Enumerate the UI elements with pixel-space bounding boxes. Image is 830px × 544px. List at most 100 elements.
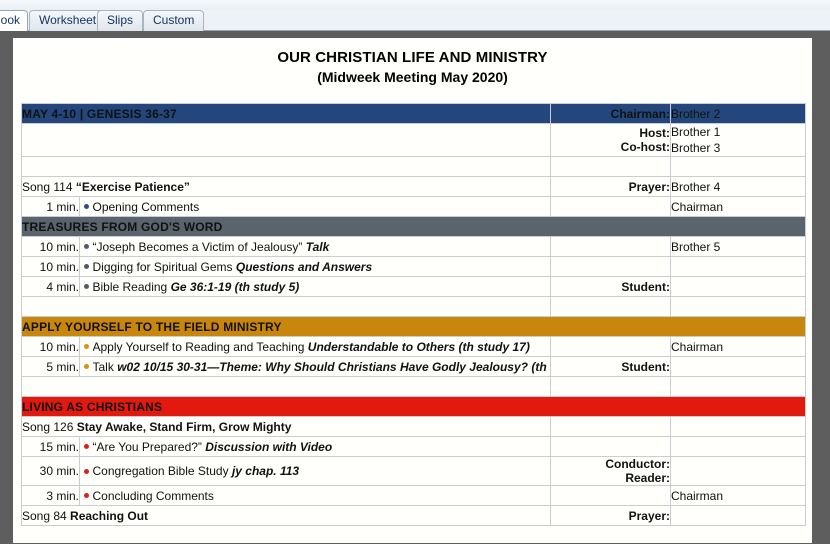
bullet-icon bbox=[83, 344, 89, 350]
meeting-schedule-table: MAY 4-10 | GENESIS 36-37 Chairman: Broth… bbox=[21, 103, 806, 526]
spacer-name bbox=[670, 376, 806, 397]
row-text: Apply Yourself to Reading and Teaching bbox=[92, 339, 308, 354]
row-text: Digging for Spiritual Gems bbox=[92, 259, 236, 274]
tab-slips[interactable]: Slips bbox=[97, 10, 144, 31]
chairman-name[interactable]: Brother 2 bbox=[670, 103, 806, 124]
row-emphasis: Ge 36:1-19 (th study 5) bbox=[170, 279, 300, 294]
row-role: Student: bbox=[550, 356, 671, 377]
ministry-heading: APPLY YOURSELF TO THE FIELD MINISTRY bbox=[21, 316, 806, 337]
bullet-icon bbox=[83, 284, 89, 290]
row-text: “Joseph Becomes a Victim of Jealousy” bbox=[92, 239, 306, 254]
opening-song-number: Song 114 bbox=[22, 179, 76, 194]
conductor-label: Conductor: bbox=[605, 457, 670, 471]
living-song-role bbox=[550, 416, 671, 437]
row-emphasis: jy chap. 113 bbox=[231, 464, 300, 478]
bullet-icon bbox=[83, 364, 89, 370]
living-heading: LIVING AS CHRISTIANS bbox=[21, 396, 806, 417]
table-row: 10 min. Digging for Spiritual Gems Quest… bbox=[21, 256, 806, 277]
tab-worksheet[interactable]: Worksheet bbox=[29, 10, 107, 31]
bullet-cell bbox=[79, 436, 93, 457]
page-title: OUR CHRISTIAN LIFE AND MINISTRY bbox=[277, 49, 548, 66]
closing-song-title: Reaching Out bbox=[70, 508, 149, 523]
row-text: Talk bbox=[92, 359, 118, 374]
row-description: “Are You Prepared?” Discussion with Vide… bbox=[92, 436, 551, 457]
tab-custom[interactable]: Custom bbox=[143, 10, 205, 31]
chairman-label: Chairman: bbox=[550, 103, 671, 124]
row-role bbox=[550, 256, 671, 277]
bullet-icon bbox=[83, 244, 89, 250]
living-song-number: Song 126 bbox=[22, 419, 77, 434]
opening-song-title: “Exercise Patience” bbox=[75, 179, 190, 194]
row-name[interactable] bbox=[670, 456, 806, 486]
row-description: “Joseph Becomes a Victim of Jealousy” Ta… bbox=[92, 236, 551, 257]
section-header-treasures: TREASURES FROM GOD'S WORD bbox=[21, 216, 806, 237]
row-name[interactable] bbox=[670, 276, 806, 297]
tab-workbook[interactable]: ook bbox=[0, 10, 28, 31]
opening-prayer-name[interactable]: Brother 4 bbox=[670, 176, 806, 197]
host-cohost-names[interactable]: Brother 1 Brother 3 bbox=[670, 123, 806, 157]
row-name[interactable] bbox=[670, 256, 806, 277]
host-name[interactable]: Brother 1 bbox=[671, 124, 805, 140]
table-row: 15 min. “Are You Prepared?” Discussion w… bbox=[21, 436, 806, 457]
bullet-cell bbox=[79, 196, 93, 217]
host-cohost-labels: Host: Co-host: bbox=[550, 123, 671, 157]
tab-strip-gradient bbox=[0, 0, 830, 10]
row-name[interactable]: Chairman bbox=[670, 485, 806, 506]
row-emphasis: w02 10/15 30-31—Theme: Why Should Christ… bbox=[117, 359, 551, 374]
row-text: “Are You Prepared?” bbox=[92, 439, 206, 454]
row-time: 15 min. bbox=[21, 436, 80, 457]
host-spacer bbox=[21, 123, 551, 157]
opening-prayer-label: Prayer: bbox=[550, 176, 671, 197]
row-time: 5 min. bbox=[21, 356, 80, 377]
spacer-role bbox=[550, 296, 671, 317]
closing-prayer-name[interactable] bbox=[670, 505, 806, 526]
row-name[interactable]: Chairman bbox=[670, 336, 806, 357]
row-text: Bible Reading bbox=[92, 279, 171, 294]
table-row: 10 min. “Joseph Becomes a Victim of Jeal… bbox=[21, 236, 806, 257]
bullet-cell bbox=[79, 356, 93, 377]
row-time: 3 min. bbox=[21, 485, 80, 506]
spacer-name bbox=[670, 156, 806, 177]
cohost-name[interactable]: Brother 3 bbox=[671, 140, 805, 156]
bullet-icon bbox=[83, 468, 89, 474]
bullet-cell bbox=[79, 485, 93, 506]
opening-comments-name[interactable]: Chairman bbox=[670, 196, 806, 217]
row-description: Digging for Spiritual Gems Questions and… bbox=[92, 256, 551, 277]
row-emphasis: Talk bbox=[305, 239, 330, 254]
bullet-icon bbox=[83, 204, 89, 210]
spacer-left bbox=[21, 296, 551, 317]
reader-label: Reader: bbox=[625, 471, 670, 485]
bullet-cell bbox=[79, 276, 93, 297]
host-label: Host: bbox=[639, 126, 670, 140]
row-role bbox=[550, 236, 671, 257]
table-row: 30 min. Congregation Bible Study jy chap… bbox=[21, 456, 806, 486]
row-description: Congregation Bible Study jy chap. 113 bbox=[92, 456, 551, 486]
row-time: 30 min. bbox=[21, 456, 80, 486]
row-role bbox=[550, 336, 671, 357]
spacer-row bbox=[21, 296, 806, 317]
bullet-cell bbox=[79, 256, 93, 277]
document-frame: OUR CHRISTIAN LIFE AND MINISTRY (Midweek… bbox=[0, 31, 830, 544]
closing-song-row: Song 84 Reaching Out Prayer: bbox=[21, 505, 806, 526]
row-description: Concluding Comments bbox=[92, 485, 551, 506]
opening-comments-text: Opening Comments bbox=[92, 196, 551, 217]
document-page: OUR CHRISTIAN LIFE AND MINISTRY (Midweek… bbox=[13, 38, 812, 543]
row-text: Concluding Comments bbox=[92, 488, 214, 503]
row-name[interactable]: Brother 5 bbox=[670, 236, 806, 257]
opening-comments-time: 1 min. bbox=[21, 196, 80, 217]
row-emphasis: Questions and Answers bbox=[235, 259, 373, 274]
row-emphasis: Discussion with Video bbox=[205, 439, 333, 454]
opening-comments-row: 1 min. Opening Comments Chairman bbox=[21, 196, 806, 217]
living-song-name[interactable] bbox=[670, 416, 806, 437]
tab-strip: ook Worksheet Slips Custom bbox=[0, 0, 830, 31]
bullet-icon bbox=[83, 444, 89, 450]
living-song-row: Song 126 Stay Awake, Stand Firm, Grow Mi… bbox=[21, 416, 806, 437]
spacer-role bbox=[550, 376, 671, 397]
row-role: Student: bbox=[550, 276, 671, 297]
spacer-row bbox=[21, 376, 806, 397]
row-name[interactable] bbox=[670, 436, 806, 457]
bullet-icon bbox=[83, 493, 89, 499]
row-name[interactable] bbox=[670, 356, 806, 377]
closing-prayer-label: Prayer: bbox=[550, 505, 671, 526]
row-emphasis: Understandable to Others (th study 17) bbox=[307, 339, 530, 354]
